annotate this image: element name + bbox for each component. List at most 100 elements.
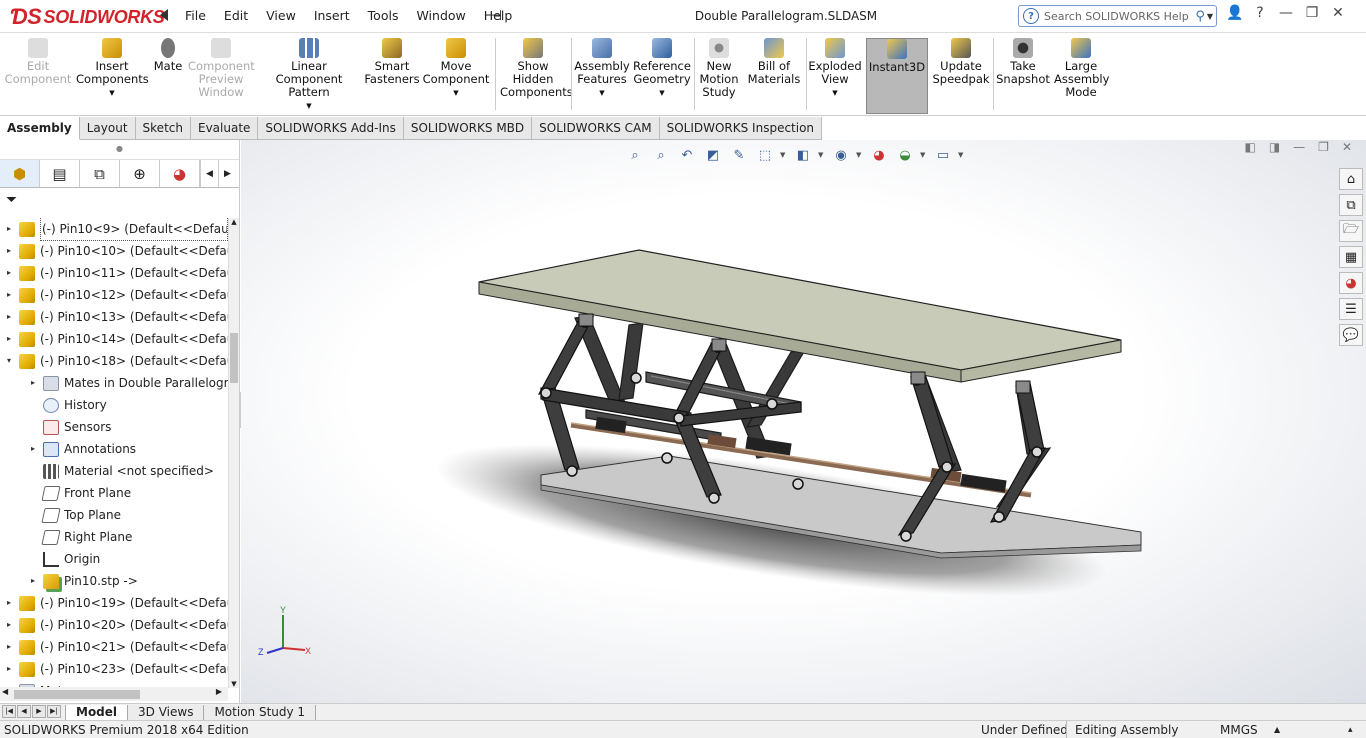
status-menu-icon[interactable]: ▴: [1348, 721, 1353, 738]
scroll-left-icon[interactable]: ◀: [2, 687, 8, 696]
tree-item[interactable]: ▸ (-) Pin10<14> (Default<<Default>: [0, 328, 228, 350]
menu-expand-arrow-icon[interactable]: [160, 9, 168, 21]
tree-item[interactable]: ▸ Mates in Double Parallelogram: [0, 372, 228, 394]
expand-toggle-icon[interactable]: ▸: [4, 592, 14, 614]
expand-toggle-icon[interactable]: ▸: [4, 328, 14, 350]
tree-item[interactable]: ▸ (-) Pin10<23> (Default<<Default>: [0, 658, 228, 680]
dimxpert-tab-icon[interactable]: ⊕: [120, 160, 160, 187]
tree-horizontal-scrollbar[interactable]: ◀ ▶: [0, 687, 228, 701]
tab-addins[interactable]: SOLIDWORKS Add-Ins: [258, 117, 404, 140]
tree-item[interactable]: Origin: [0, 548, 228, 570]
tab-motion-study-1[interactable]: Motion Study 1: [203, 704, 317, 720]
tree-item[interactable]: Top Plane: [0, 504, 228, 526]
instant3d-button[interactable]: Instant3D: [866, 38, 928, 114]
tab-layout[interactable]: Layout: [79, 117, 136, 140]
assembly-model-view[interactable]: [241, 140, 1366, 703]
configuration-manager-tab-icon[interactable]: ⧉: [80, 160, 120, 187]
scroll-thumb[interactable]: [230, 333, 238, 383]
expand-toggle-icon[interactable]: ▸: [28, 438, 38, 460]
tree-item[interactable]: History: [0, 394, 228, 416]
units-dropdown-icon[interactable]: ▲: [1274, 721, 1280, 738]
tree-item[interactable]: ▸ (-) Pin10<10> (Default<<Default>: [0, 240, 228, 262]
first-tab-icon[interactable]: |◀: [2, 704, 16, 718]
tab-3d-views[interactable]: 3D Views: [127, 704, 205, 720]
scroll-thumb-h[interactable]: [14, 690, 140, 699]
tab-mbd[interactable]: SOLIDWORKS MBD: [403, 117, 533, 140]
panel-grip[interactable]: ●: [0, 140, 239, 160]
menu-insert[interactable]: Insert: [305, 8, 359, 24]
assembly-features-button[interactable]: Assembly Features ▼: [574, 38, 630, 100]
expand-toggle-icon[interactable]: ▸: [4, 262, 14, 284]
tab-model[interactable]: Model: [65, 704, 129, 720]
reference-geometry-button[interactable]: Reference Geometry ▼: [632, 38, 692, 100]
next-tab-icon[interactable]: ▶: [32, 704, 46, 718]
tree-item[interactable]: Right Plane: [0, 526, 228, 548]
tree-vertical-scrollbar[interactable]: ▲ ▼: [228, 218, 239, 688]
tree-item[interactable]: Material <not specified>: [0, 460, 228, 482]
tree-item[interactable]: ▸ (-) Pin10<19> (Default<<Default>: [0, 592, 228, 614]
scroll-right-icon[interactable]: ▶: [216, 687, 222, 696]
menu-file[interactable]: File: [176, 8, 215, 24]
search-icon[interactable]: ⚲: [1195, 9, 1205, 24]
expand-toggle-icon[interactable]: ▸: [4, 636, 14, 658]
tab-cam[interactable]: SOLIDWORKS CAM: [532, 117, 660, 140]
tree-item[interactable]: ▸ (-) Pin10<9> (Default<<Default>_: [0, 218, 228, 241]
filter-icon[interactable]: ⏷: [0, 188, 239, 212]
tab-sketch[interactable]: Sketch: [135, 117, 191, 140]
take-snapshot-button[interactable]: Take Snapshot: [996, 38, 1050, 86]
menu-tools[interactable]: Tools: [359, 8, 408, 24]
menu-edit[interactable]: Edit: [215, 8, 257, 24]
new-motion-study-button[interactable]: New Motion Study: [697, 38, 741, 99]
tab-evaluate[interactable]: Evaluate: [190, 117, 259, 140]
help-search-box[interactable]: ? Search SOLIDWORKS Help ⚲ ▼: [1018, 5, 1217, 27]
tree-item[interactable]: ▸ (-) Pin10<13> (Default<<Default>: [0, 306, 228, 328]
bill-of-materials-button[interactable]: Bill of Materials: [745, 38, 803, 86]
tabs-scroll-left-icon[interactable]: ◀: [200, 160, 218, 187]
help-search-input[interactable]: Search SOLIDWORKS Help: [1044, 10, 1195, 23]
expand-toggle-icon[interactable]: ▾: [4, 350, 14, 372]
expand-toggle-icon[interactable]: ▸: [4, 240, 14, 262]
component-preview-window-button[interactable]: Component Preview Window: [188, 38, 255, 99]
scroll-up-icon[interactable]: ▲: [229, 218, 239, 226]
linear-component-pattern-button[interactable]: Linear Component Pattern ▼: [258, 38, 360, 113]
prev-tab-icon[interactable]: ◀: [17, 704, 31, 718]
expand-toggle-icon[interactable]: ▸: [4, 306, 14, 328]
expand-toggle-icon[interactable]: ▸: [4, 658, 14, 680]
pin-menu-icon[interactable]: ⊣: [490, 8, 502, 24]
exploded-view-button[interactable]: Exploded View ▼: [808, 38, 862, 100]
move-component-button[interactable]: Move Component ▼: [422, 38, 490, 100]
display-manager-tab-icon[interactable]: ◕: [160, 160, 200, 187]
close-icon[interactable]: ✕: [1330, 5, 1346, 21]
menu-window[interactable]: Window: [407, 8, 474, 24]
smart-fasteners-button[interactable]: Smart Fasteners: [364, 38, 420, 86]
insert-components-button[interactable]: Insert Components ▼: [76, 38, 149, 100]
last-tab-icon[interactable]: ▶|: [47, 704, 61, 718]
help-icon[interactable]: ?: [1252, 5, 1268, 21]
edit-component-button[interactable]: Edit Component: [4, 38, 72, 86]
feature-manager-tab-icon[interactable]: ⬢: [0, 160, 40, 187]
expand-toggle-icon[interactable]: ▸: [4, 614, 14, 636]
expand-toggle-icon[interactable]: ▸: [4, 218, 14, 240]
minimize-icon[interactable]: —: [1278, 5, 1294, 21]
expand-toggle-icon[interactable]: ▸: [28, 570, 38, 592]
tab-assembly[interactable]: Assembly: [0, 117, 80, 140]
tab-inspection[interactable]: SOLIDWORKS Inspection: [659, 117, 823, 140]
tree-item[interactable]: ▸ (-) Pin10<21> (Default<<Default>: [0, 636, 228, 658]
show-hidden-components-button[interactable]: Show Hidden Components: [500, 38, 573, 99]
menu-view[interactable]: View: [257, 8, 305, 24]
solidworks-logo[interactable]: ƊS SOLIDWORKS: [10, 3, 165, 31]
property-manager-tab-icon[interactable]: ▤: [40, 160, 80, 187]
update-speedpak-button[interactable]: Update Speedpak: [932, 38, 990, 86]
tree-item[interactable]: ▸ (-) Pin10<12> (Default<<Default>: [0, 284, 228, 306]
tree-item[interactable]: ▾ (-) Pin10<18> (Default<<Default>: [0, 350, 228, 372]
large-assembly-mode-button[interactable]: Large Assembly Mode: [1054, 38, 1109, 99]
units-selector[interactable]: MMGS: [1220, 721, 1258, 738]
tree-item[interactable]: ▸ Pin10.stp ->: [0, 570, 228, 592]
restore-icon[interactable]: ❐: [1304, 5, 1320, 21]
tree-item[interactable]: ▸ (-) Pin10<20> (Default<<Default>: [0, 614, 228, 636]
scroll-down-icon[interactable]: ▼: [229, 680, 239, 688]
search-dropdown-icon[interactable]: ▼: [1207, 12, 1213, 21]
tree-item[interactable]: Front Plane: [0, 482, 228, 504]
mate-button[interactable]: Mate: [150, 38, 186, 73]
graphics-area[interactable]: ⌕ ⌕ ↶ ◩ ✎ ⬚ ▼ ◧ ▼ ◉ ▼ ◕ ◒ ▼ ▭ ▼ ◧ ◨ — ❐ …: [241, 140, 1366, 703]
